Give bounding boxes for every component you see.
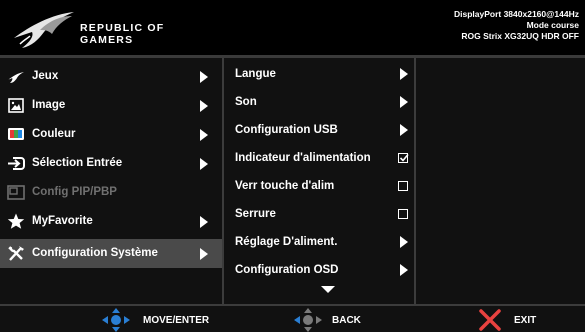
submenu-label: Configuration USB [235, 124, 338, 136]
move-enter-hint: MOVE/ENTER [100, 306, 230, 332]
joystick-move-icon [102, 308, 130, 332]
submenu-label: Réglage D'aliment. [235, 236, 338, 248]
brand-line1: REPUBLIC OF [80, 22, 165, 34]
osd-footer: MOVE/ENTER BACK EXIT [0, 304, 585, 332]
chevron-right-icon [200, 248, 208, 260]
osd-menu: Jeux Image Couleur Sélection Entrée Conf… [0, 58, 585, 304]
menu-label: Image [32, 99, 66, 111]
chevron-right-icon [400, 264, 408, 276]
menu-item-configuration-systeme[interactable]: Configuration Système [0, 239, 222, 268]
brand-text: REPUBLIC OF GAMERS [80, 22, 164, 46]
input-icon [8, 157, 25, 170]
gamepad-icon [8, 72, 24, 83]
sub-menu: Langue Son Configuration USB Indicateur … [224, 58, 414, 304]
checkbox-unchecked[interactable] [398, 209, 408, 219]
status-mode: Mode course [526, 20, 579, 30]
submenu-item-son[interactable]: Son [224, 88, 414, 117]
submenu-label: Langue [235, 68, 276, 80]
exit-label: EXIT [514, 315, 537, 326]
submenu-label: Son [235, 96, 257, 108]
submenu-item-serrure[interactable]: Serrure [224, 200, 414, 229]
menu-item-selection-entree[interactable]: Sélection Entrée [0, 149, 222, 178]
scroll-down-icon[interactable] [321, 286, 335, 293]
star-icon [7, 213, 25, 229]
submenu-item-langue[interactable]: Langue [224, 60, 414, 89]
color-icon [8, 128, 24, 140]
rog-eye-logo [14, 12, 74, 48]
menu-label: Sélection Entrée [32, 157, 123, 169]
osd-header: REPUBLIC OF GAMERS DisplayPort 3840x2160… [0, 0, 585, 58]
submenu-item-verr-touche-alim[interactable]: Verr touche d'alim [224, 172, 414, 201]
chevron-right-icon [200, 129, 208, 141]
submenu-label: Indicateur d'alimentation [235, 152, 371, 164]
submenu-item-indicateur-alimentation[interactable]: Indicateur d'alimentation [224, 144, 414, 173]
menu-label: MyFavorite [32, 215, 93, 227]
move-enter-label: MOVE/ENTER [143, 315, 210, 326]
pip-icon [7, 185, 25, 200]
menu-label: Couleur [32, 128, 76, 140]
chevron-right-icon [200, 158, 208, 170]
submenu-item-reglage-aliment[interactable]: Réglage D'aliment. [224, 228, 414, 257]
chevron-right-icon [200, 71, 208, 83]
status-signal: DisplayPort 3840x2160@144Hz [453, 9, 579, 19]
checkbox-checked[interactable] [398, 153, 409, 163]
submenu-item-configuration-osd[interactable]: Configuration OSD [224, 256, 414, 285]
back-label: BACK [332, 315, 361, 326]
chevron-right-icon [200, 100, 208, 112]
menu-item-couleur[interactable]: Couleur [0, 120, 222, 149]
joystick-back-icon [294, 308, 322, 332]
menu-label: Config PIP/PBP [32, 186, 117, 198]
close-icon [479, 309, 501, 331]
menu-item-image[interactable]: Image [0, 91, 222, 120]
picture-icon [8, 98, 24, 113]
value-panel [416, 58, 585, 304]
status-model: ROG Strix XG32UQ HDR OFF [461, 31, 579, 41]
menu-label: Jeux [32, 70, 59, 82]
menu-item-myfavorite[interactable]: MyFavorite [0, 207, 222, 236]
menu-item-jeux[interactable]: Jeux [0, 62, 222, 91]
menu-item-config-pip-pbp: Config PIP/PBP [0, 178, 222, 207]
exit-hint: EXIT [478, 306, 558, 332]
menu-label: Configuration Système [32, 247, 158, 259]
chevron-right-icon [200, 216, 208, 228]
chevron-right-icon [400, 124, 408, 136]
chevron-right-icon [400, 236, 408, 248]
wrench-screwdriver-icon [8, 246, 24, 261]
brand-line2: GAMERS [80, 34, 134, 46]
submenu-label: Serrure [235, 208, 276, 220]
submenu-label: Verr touche d'alim [235, 180, 335, 192]
checkbox-unchecked[interactable] [398, 181, 408, 191]
submenu-label: Configuration OSD [235, 264, 339, 276]
chevron-right-icon [400, 68, 408, 80]
checkmark-icon [399, 153, 409, 162]
chevron-right-icon [400, 96, 408, 108]
main-menu: Jeux Image Couleur Sélection Entrée Conf… [0, 58, 222, 304]
back-hint: BACK [292, 306, 382, 332]
status-info: DisplayPort 3840x2160@144Hz Mode course … [454, 9, 579, 42]
submenu-item-configuration-usb[interactable]: Configuration USB [224, 116, 414, 145]
